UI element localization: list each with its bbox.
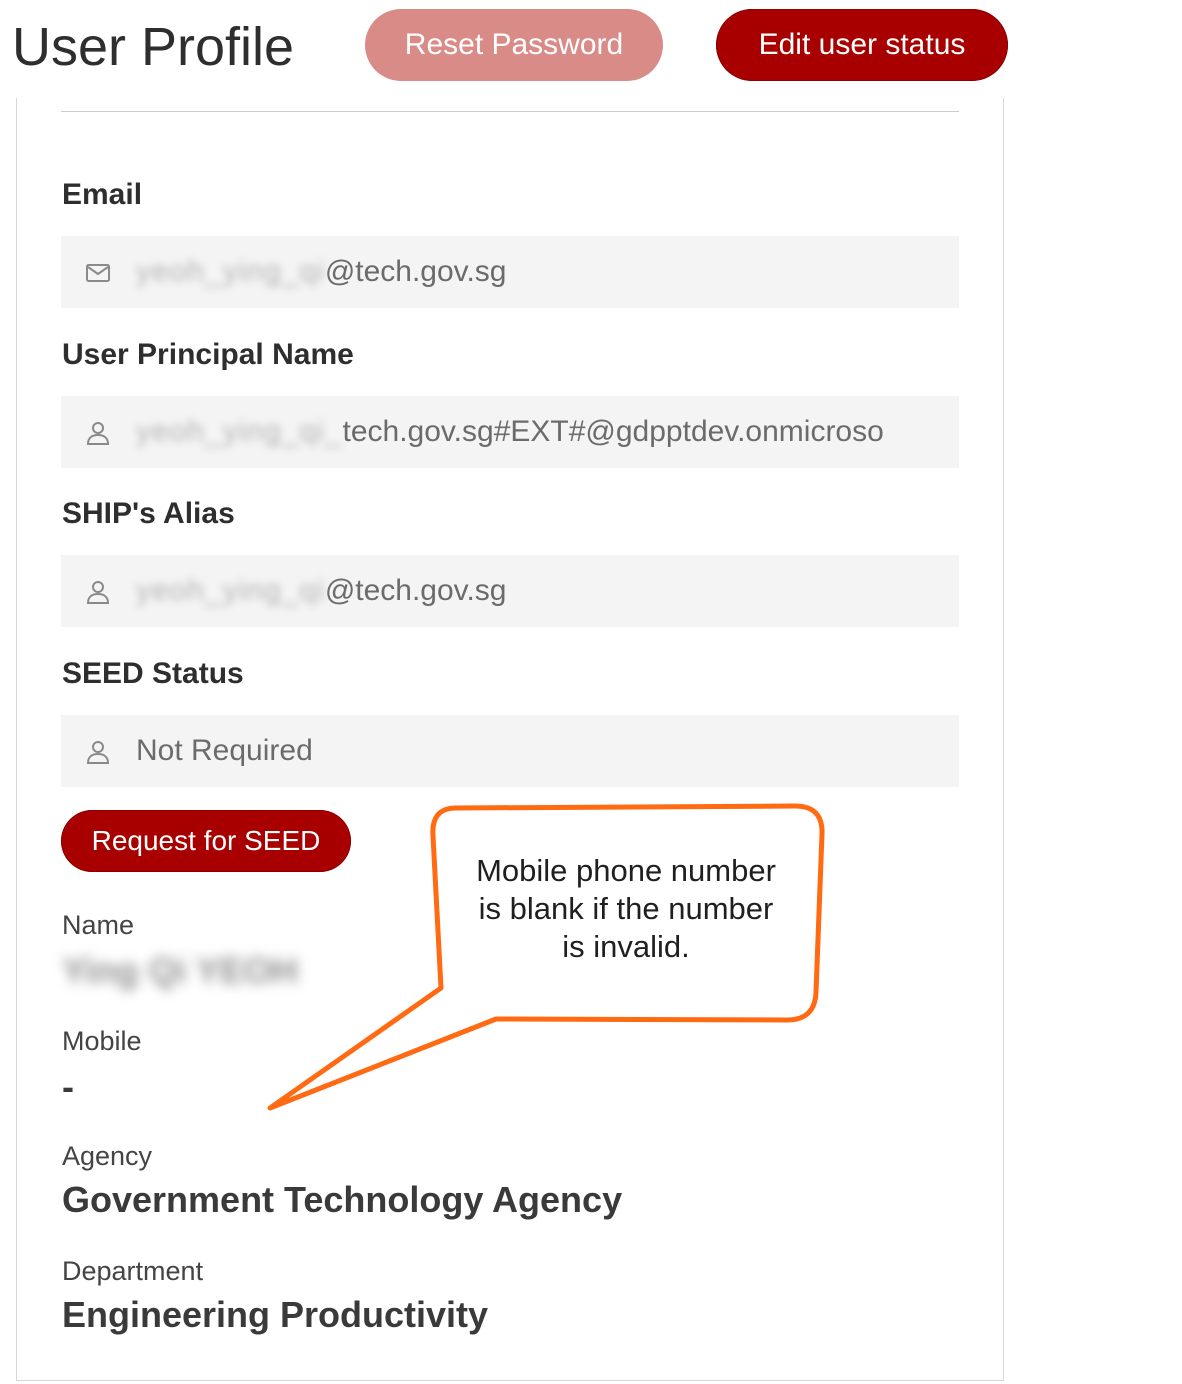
callout-bubble <box>267 803 825 1111</box>
callout-line: is blank if the number <box>478 891 774 926</box>
callout-line: Mobile phone number <box>476 853 776 888</box>
callout-line: is invalid. <box>562 929 690 964</box>
callout-text: Mobile phone number is blank if the numb… <box>440 852 812 966</box>
user-profile-page: User Profile Reset Password Edit user st… <box>0 0 1182 1384</box>
